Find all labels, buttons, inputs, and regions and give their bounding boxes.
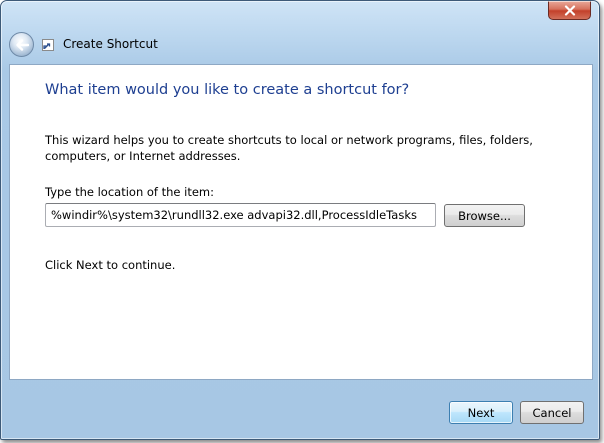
window-title: Create Shortcut [63,37,158,51]
back-arrow-icon [15,38,29,51]
wizard-heading: What item would you like to create a sho… [45,82,410,98]
location-input[interactable] [45,203,436,227]
close-button[interactable] [548,1,591,20]
continue-text: Click Next to continue. [45,258,176,272]
close-icon [564,4,575,16]
wizard-description: This wizard helps you to create shortcut… [45,133,533,163]
back-button[interactable] [9,32,34,57]
next-button[interactable]: Next [449,401,513,424]
cancel-button[interactable]: Cancel [520,401,584,424]
browse-button[interactable]: Browse... [444,204,525,227]
button-bar: Next Cancel [9,381,593,433]
location-label: Type the location of the item: [45,185,215,199]
create-shortcut-window: Create Shortcut What item would you like… [0,0,600,440]
wizard-content: What item would you like to create a sho… [9,64,593,380]
shortcut-icon [42,39,54,51]
